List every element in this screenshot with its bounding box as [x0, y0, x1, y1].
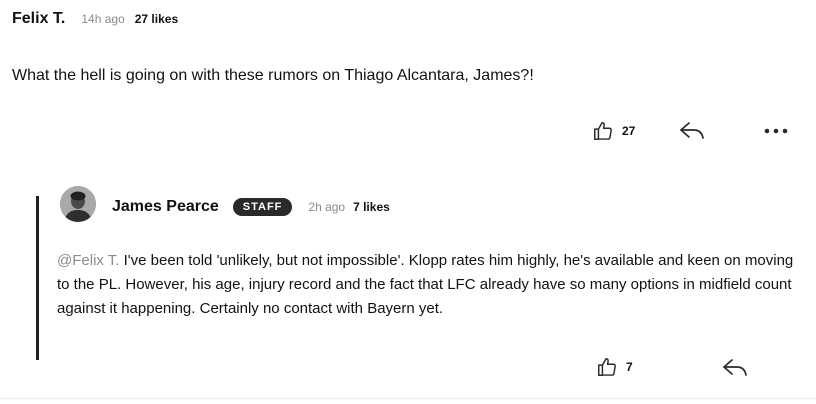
comment-likes: 27 likes [134, 12, 179, 26]
comment-author[interactable]: Felix T. [12, 10, 65, 28]
mention-link[interactable]: @Felix T. [57, 252, 119, 269]
thumbs-up-icon[interactable] [592, 120, 614, 142]
avatar[interactable] [60, 186, 96, 222]
comment-time: 14h ago [81, 12, 125, 26]
reply-author[interactable]: James Pearce [112, 198, 219, 216]
reply-like-count: 7 [626, 360, 633, 374]
reply-text: @Felix T. I've been told 'unlikely, but … [57, 249, 807, 321]
comment-actions: 27 [592, 120, 635, 142]
comment-text: What the hell is going on with these rum… [12, 67, 534, 84]
comment-like-count: 27 [622, 124, 636, 138]
reply-likes: 7 likes [353, 200, 390, 214]
reply-arrow-icon[interactable] [679, 122, 705, 140]
reply-header: James Pearce STAFF 2h ago 7 likes [112, 198, 390, 216]
reply-time: 2h ago [308, 200, 346, 214]
more-options-icon[interactable] [764, 128, 788, 134]
reply-thread-line [36, 196, 39, 360]
divider [0, 398, 816, 399]
thumbs-up-icon[interactable] [596, 356, 618, 378]
comment-header: Felix T. 14h ago 27 likes [12, 10, 178, 28]
reply-actions: 7 [596, 356, 633, 378]
reply-body: I've been told 'unlikely, but not imposs… [57, 252, 794, 317]
staff-badge: STAFF [232, 198, 293, 216]
reply-arrow-icon[interactable] [722, 359, 748, 377]
